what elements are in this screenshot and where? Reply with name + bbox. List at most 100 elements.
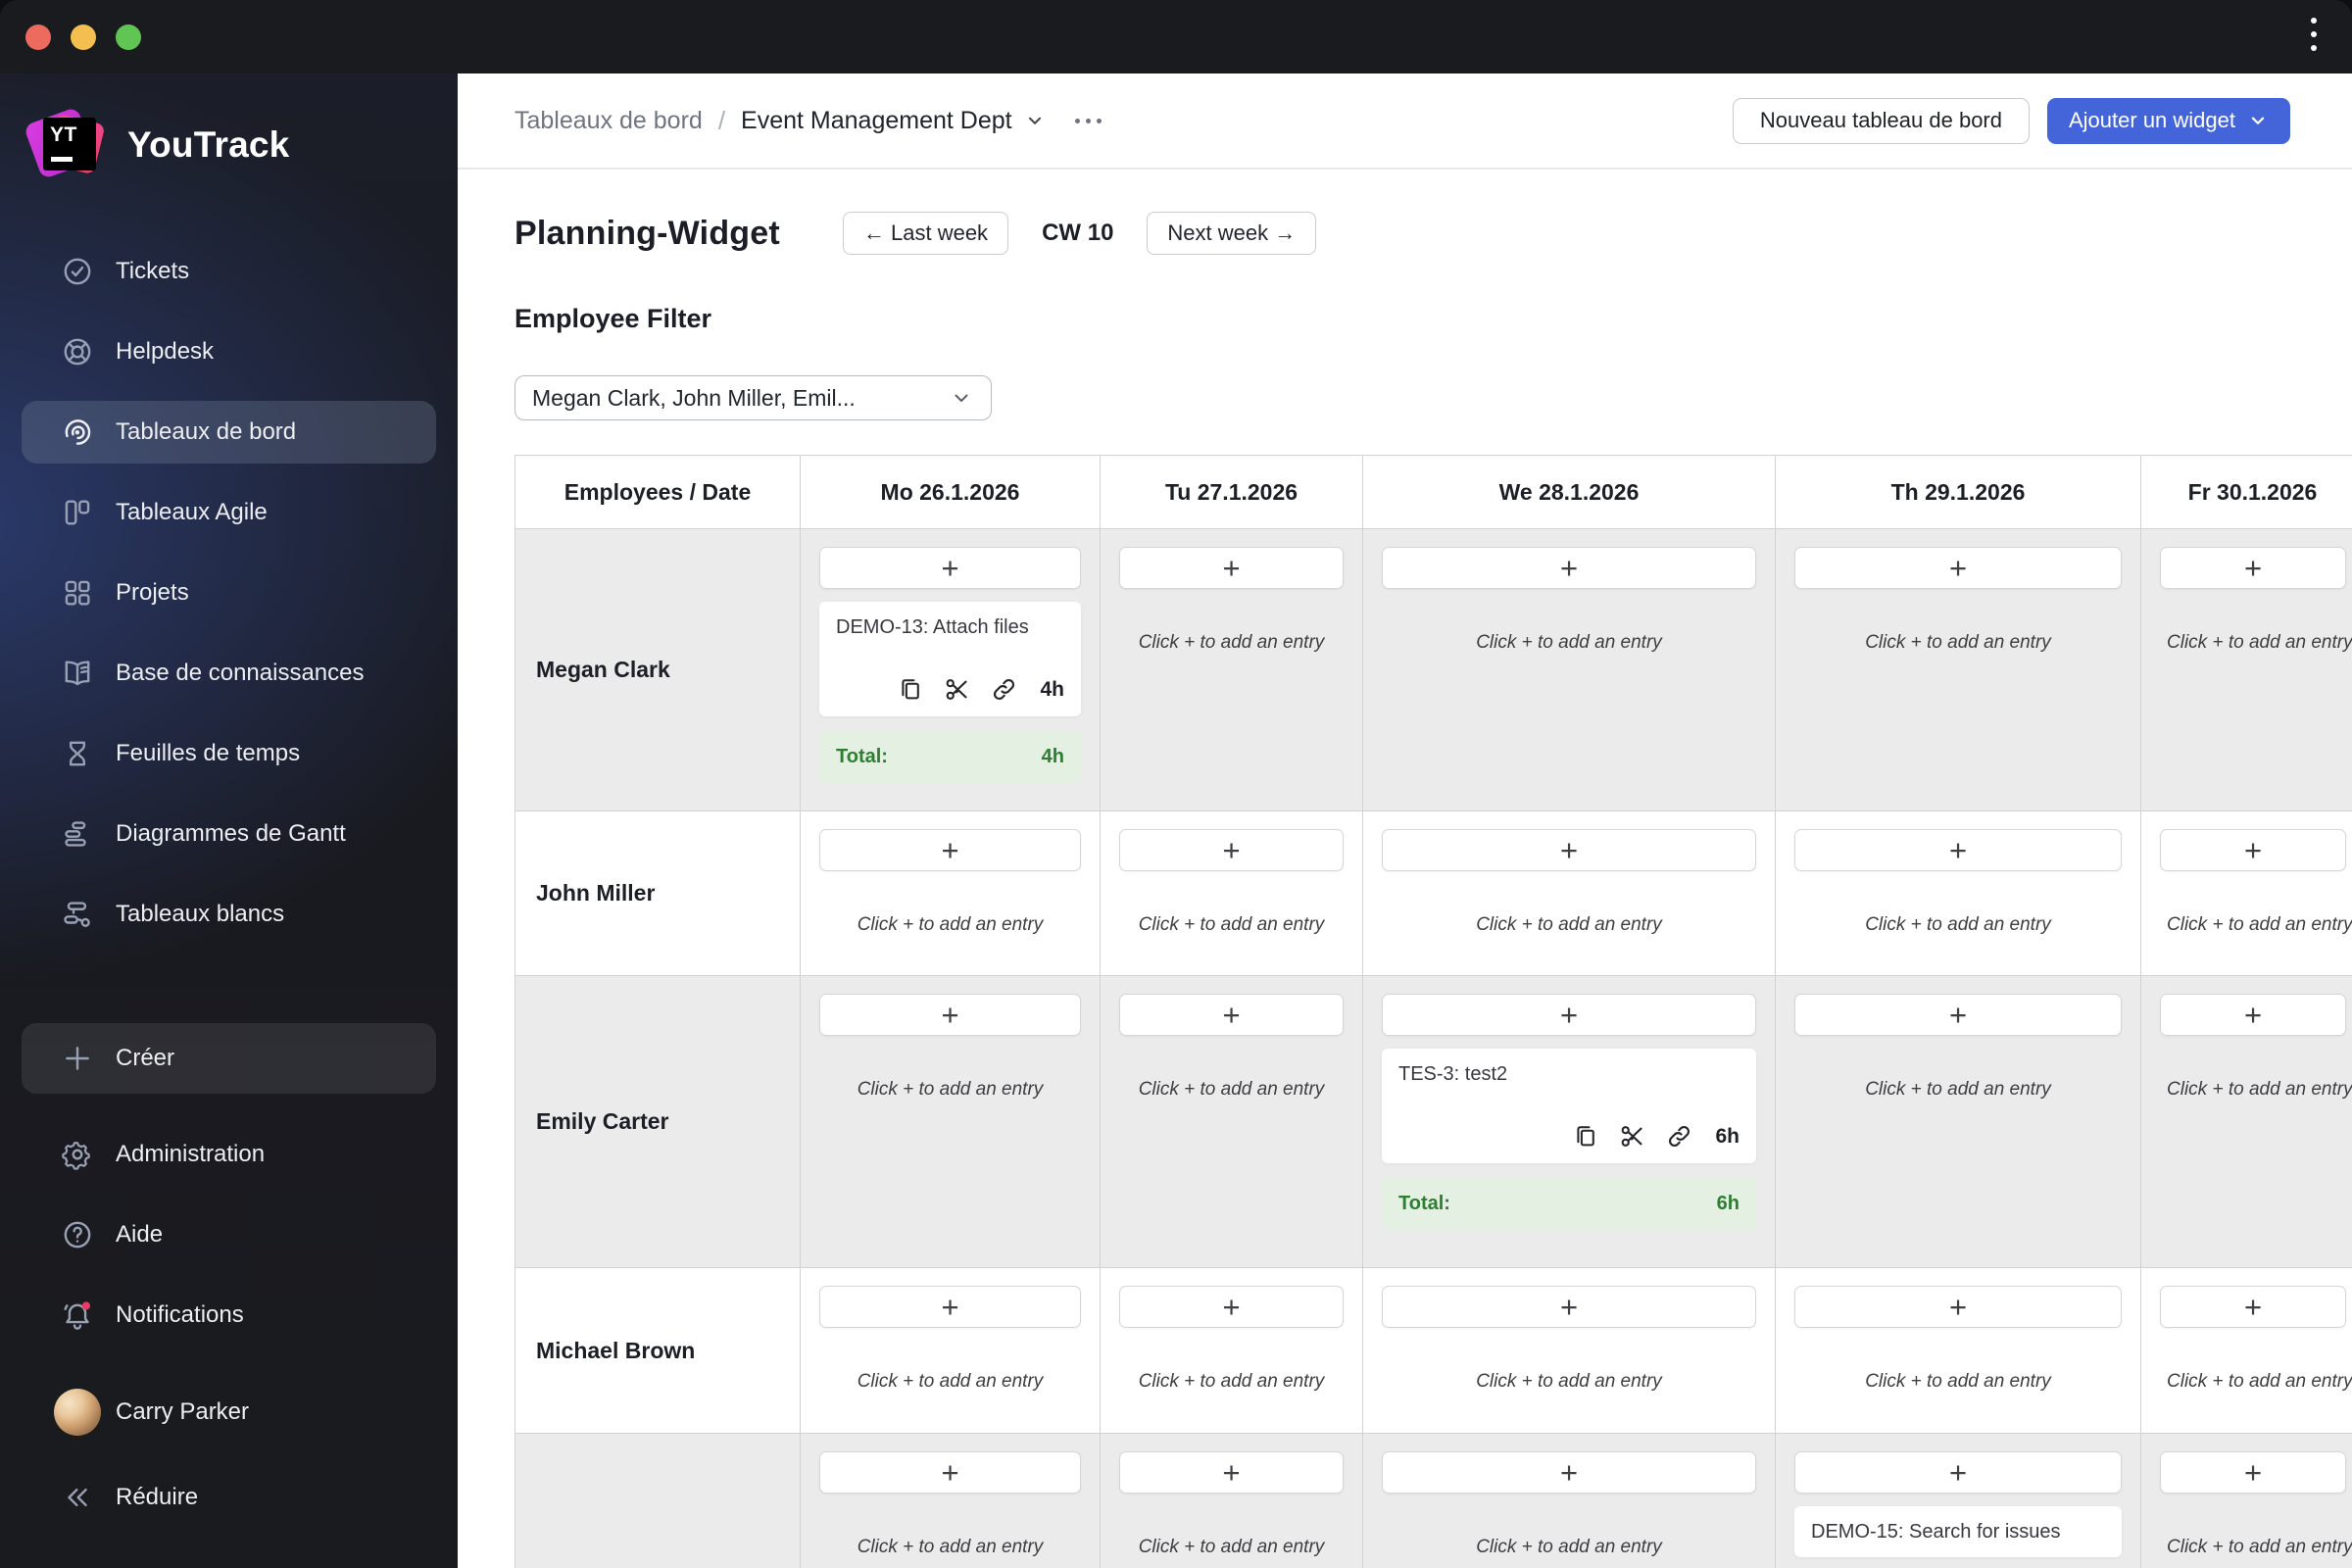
sidebar-item-dashboards[interactable]: Tableaux de bord — [22, 401, 436, 464]
planning-cell: + Click + to add an entry — [1363, 1268, 1776, 1434]
add-entry-button[interactable]: + — [819, 1286, 1081, 1328]
book-icon — [59, 655, 96, 692]
planning-cell: + Click + to add an entry — [2141, 1268, 2352, 1434]
sidebar: YT YouTrack Tickets Helpdesk Tableaux de… — [0, 74, 458, 1568]
work-item-card[interactable]: TES-3: test2 6h — [1382, 1049, 1756, 1163]
window-controls — [25, 24, 141, 50]
planning-cell: + Click + to add an entry — [801, 1434, 1101, 1568]
add-entry-hint: Click + to add an entry — [1865, 632, 2051, 653]
double-chevron-left-icon — [59, 1479, 96, 1516]
add-entry-hint: Click + to add an entry — [1865, 1371, 2051, 1392]
sidebar-item-timesheets[interactable]: Feuilles de temps — [22, 722, 436, 785]
breadcrumb-current[interactable]: Event Management Dept — [741, 107, 1046, 135]
add-entry-hint: Click + to add an entry — [1138, 914, 1325, 935]
add-entry-button[interactable]: + — [1382, 1451, 1756, 1494]
breadcrumb-dashboards[interactable]: Tableaux de bord — [514, 107, 703, 135]
chevron-down-icon — [2251, 117, 2265, 124]
work-item-card[interactable]: DEMO-13: Attach files 4h — [819, 602, 1081, 716]
add-entry-hint: Click + to add an entry — [2167, 1079, 2352, 1100]
collapse-sidebar-button[interactable]: Réduire — [22, 1466, 436, 1529]
planning-cell: + Click + to add an entry — [1101, 1434, 1363, 1568]
sidebar-item-helpdesk[interactable]: Helpdesk — [22, 320, 436, 383]
sidebar-item-whiteboards[interactable]: Tableaux blancs — [22, 883, 436, 946]
column-header: Fr 30.1.2026 — [2141, 456, 2352, 529]
add-entry-button[interactable]: + — [1119, 994, 1344, 1036]
new-dashboard-button[interactable]: Nouveau tableau de bord — [1732, 97, 2030, 144]
question-circle-icon — [59, 1216, 96, 1253]
sidebar-item-agile-boards[interactable]: Tableaux Agile — [22, 481, 436, 544]
main-area: Tableaux de bord / Event Management Dept… — [458, 74, 2352, 1568]
notification-dot — [81, 1301, 91, 1310]
sidebar-item-notifications[interactable]: Notifications — [22, 1284, 436, 1347]
logo-badge: YT — [50, 123, 77, 146]
kebab-menu-icon[interactable] — [2307, 18, 2321, 51]
close-window-button[interactable] — [25, 24, 51, 50]
add-entry-hint: Click + to add an entry — [857, 1371, 1044, 1392]
add-entry-button[interactable]: + — [2160, 547, 2346, 589]
header-actions: Nouveau tableau de bord Ajouter un widge… — [1732, 97, 2290, 144]
work-item-hours: 4h — [1040, 677, 1064, 701]
total-value: 6h — [1716, 1192, 1740, 1214]
add-entry-hint: Click + to add an entry — [1476, 914, 1662, 935]
sidebar-item-help[interactable]: Aide — [22, 1203, 436, 1266]
create-button[interactable]: Créer — [22, 1023, 436, 1094]
work-item-title: TES-3: test2 — [1398, 1063, 1508, 1085]
user-name: Carry Parker — [116, 1398, 250, 1425]
sidebar-item-tickets[interactable]: Tickets — [22, 240, 436, 303]
add-entry-button[interactable]: + — [1382, 829, 1756, 871]
total-bar: Total: 6h — [1382, 1177, 1756, 1230]
employee-name: Megan Clark — [515, 529, 801, 811]
add-entry-button[interactable]: + — [1119, 829, 1344, 871]
sidebar-item-knowledge-base[interactable]: Base de connaissances — [22, 642, 436, 705]
add-entry-button[interactable]: + — [819, 829, 1081, 871]
user-menu[interactable]: Carry Parker — [22, 1376, 436, 1448]
add-entry-button[interactable]: + — [1794, 547, 2122, 589]
ellipsis-menu-icon[interactable] — [1074, 118, 1102, 123]
planning-table: Employees / Date Mo 26.1.2026 Tu 27.1.2026… — [514, 455, 2352, 1568]
scissors-icon[interactable] — [944, 676, 970, 703]
add-entry-button[interactable]: + — [2160, 1286, 2346, 1328]
add-entry-button[interactable]: + — [1382, 994, 1756, 1036]
add-entry-button[interactable]: + — [1794, 1286, 2122, 1328]
add-entry-button[interactable]: + — [1794, 829, 2122, 871]
add-entry-button[interactable]: + — [1794, 1451, 2122, 1494]
add-widget-button[interactable]: Ajouter un widget — [2047, 97, 2290, 144]
add-entry-button[interactable]: + — [819, 994, 1081, 1036]
last-week-button[interactable]: ← Last week — [842, 212, 1009, 255]
add-entry-button[interactable]: + — [2160, 994, 2346, 1036]
add-entry-button[interactable]: + — [1119, 1451, 1344, 1494]
add-entry-button[interactable]: + — [1382, 547, 1756, 589]
sidebar-item-gantt-charts[interactable]: Diagrammes de Gantt — [22, 803, 436, 865]
zoom-window-button[interactable] — [116, 24, 141, 50]
breadcrumb: Tableaux de bord / Event Management Dept — [514, 106, 1102, 136]
employee-filter-value: Megan Clark, John Miller, Emil... — [532, 384, 856, 411]
add-entry-button[interactable]: + — [1382, 1286, 1756, 1328]
scissors-icon[interactable] — [1619, 1123, 1645, 1150]
app-window: YT YouTrack Tickets Helpdesk Tableaux de… — [0, 0, 2352, 1568]
minimize-window-button[interactable] — [71, 24, 96, 50]
link-icon[interactable] — [1666, 1123, 1692, 1150]
planning-cell: + Click + to add an entry — [801, 811, 1101, 976]
copy-icon[interactable] — [898, 677, 923, 703]
add-entry-button[interactable]: + — [1119, 1286, 1344, 1328]
copy-icon[interactable] — [1573, 1124, 1598, 1150]
link-icon[interactable] — [991, 676, 1017, 703]
sidebar-nav: Tickets Helpdesk Tableaux de bord Tablea… — [0, 240, 458, 946]
sidebar-item-projects[interactable]: Projets — [22, 562, 436, 624]
planning-cell: + TES-3: test2 6h Total: 6h — [1363, 976, 1776, 1268]
add-entry-hint: Click + to add an entry — [1476, 632, 1662, 653]
add-entry-button[interactable]: + — [1119, 547, 1344, 589]
add-entry-button[interactable]: + — [2160, 1451, 2346, 1494]
add-entry-button[interactable]: + — [2160, 829, 2346, 871]
work-item-hours: 6h — [1715, 1124, 1740, 1148]
add-entry-button[interactable]: + — [819, 1451, 1081, 1494]
add-entry-button[interactable]: + — [819, 547, 1081, 589]
youtrack-logo[interactable]: YT YouTrack — [23, 106, 458, 181]
projects-grid-icon — [59, 574, 96, 612]
sidebar-item-administration[interactable]: Administration — [22, 1123, 436, 1186]
add-entry-button[interactable]: + — [1794, 994, 2122, 1036]
next-week-button[interactable]: Next week → — [1147, 212, 1317, 255]
employee-filter-select[interactable]: Megan Clark, John Miller, Emil... — [514, 375, 992, 420]
work-item-card[interactable]: DEMO-15: Search for issues — [1794, 1506, 2122, 1557]
employee-name: Emily Carter — [515, 976, 801, 1268]
